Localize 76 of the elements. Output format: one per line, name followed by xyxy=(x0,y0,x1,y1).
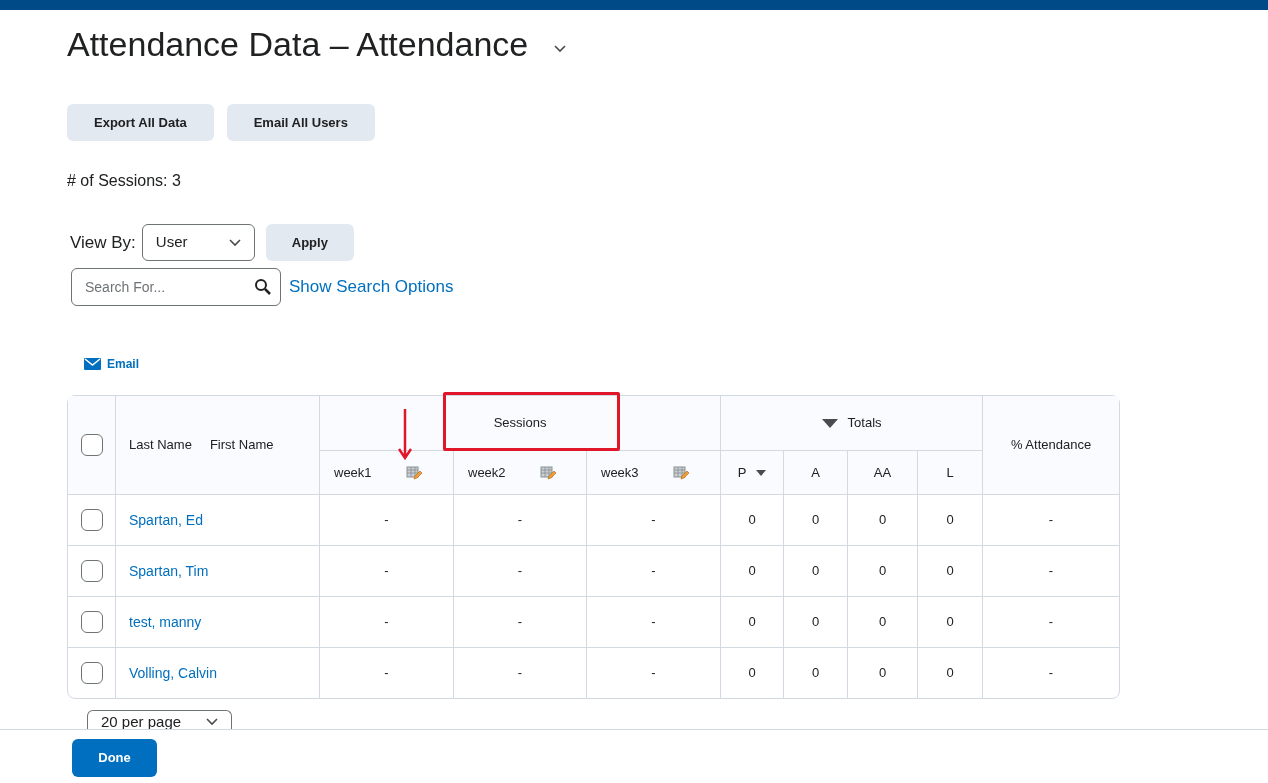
student-name-link[interactable]: Spartan, Ed xyxy=(129,511,203,528)
column-header: A xyxy=(811,463,820,482)
sort-down-icon[interactable] xyxy=(756,469,767,476)
triangle-down-icon[interactable] xyxy=(821,418,838,428)
table-cell: - xyxy=(517,614,523,630)
table-cell: 0 xyxy=(878,614,887,630)
column-header: P xyxy=(737,463,747,482)
student-name-link[interactable]: Spartan, Tim xyxy=(129,562,209,579)
column-header: Totals xyxy=(847,414,882,433)
checkbox[interactable] xyxy=(80,662,103,684)
table-cell: 0 xyxy=(946,614,954,630)
table-cell: 0 xyxy=(811,563,820,579)
checkbox[interactable] xyxy=(80,509,103,531)
apply-button[interactable]: Apply xyxy=(265,224,354,261)
chevron-down-icon xyxy=(554,45,567,53)
table-cell: - xyxy=(651,512,656,528)
page-title: Attendance Data – Attendance xyxy=(67,27,529,61)
table-cell: 0 xyxy=(748,563,756,579)
table-cell: 0 xyxy=(878,563,887,579)
table-cell: - xyxy=(517,665,523,681)
search-options-link[interactable]: Show Search Options xyxy=(289,274,454,300)
action-button[interactable]: Email All Users xyxy=(226,104,375,141)
column-header: L xyxy=(946,463,954,482)
view-by-label: View By: xyxy=(70,231,136,254)
action-button[interactable]: Export All Data xyxy=(67,104,214,141)
checkbox[interactable] xyxy=(80,611,103,633)
grid-pencil-icon[interactable] xyxy=(405,464,422,481)
table-cell: - xyxy=(384,512,389,528)
table-cell: - xyxy=(384,614,389,630)
column-header: week3 xyxy=(601,463,639,482)
table-cell: - xyxy=(1048,665,1054,681)
table-cell: 0 xyxy=(748,512,756,528)
column-header: week1 xyxy=(334,463,372,482)
table-cell: - xyxy=(384,563,389,579)
table-cell: - xyxy=(651,614,656,630)
table-cell: 0 xyxy=(811,512,820,528)
table-cell: - xyxy=(517,512,523,528)
table-cell: 0 xyxy=(946,665,954,681)
annotation-arrow xyxy=(398,409,412,460)
checkbox[interactable] xyxy=(80,434,103,456)
sessions-count: # of Sessions: 3 xyxy=(67,171,182,191)
grid-pencil-icon[interactable] xyxy=(672,464,689,481)
table-cell: 0 xyxy=(748,614,756,630)
table-cell: - xyxy=(517,563,523,579)
table-cell: 0 xyxy=(811,614,820,630)
student-name-link[interactable]: test, manny xyxy=(129,613,202,630)
table-cell: - xyxy=(651,563,656,579)
done-button[interactable]: Done xyxy=(72,739,157,777)
checkbox[interactable] xyxy=(80,560,103,582)
table-cell: 0 xyxy=(748,665,756,681)
table-cell: 0 xyxy=(946,512,954,528)
column-header: week2 xyxy=(468,463,506,482)
search-field[interactable]: Search For... xyxy=(71,268,281,306)
grid-pencil-icon[interactable] xyxy=(539,464,556,481)
chevron-down-icon xyxy=(206,718,218,726)
title-menu-button[interactable] xyxy=(554,45,567,53)
column-header: Sessions xyxy=(493,415,547,431)
column-header[interactable]: Last Name xyxy=(129,437,192,453)
column-header: % Attendance xyxy=(1010,437,1092,453)
table-cell: 0 xyxy=(811,665,820,681)
column-header[interactable]: First Name xyxy=(209,437,274,453)
search-icon[interactable] xyxy=(254,278,272,296)
envelope-icon[interactable] xyxy=(84,358,101,370)
chevron-down-icon xyxy=(228,238,241,247)
table-cell: - xyxy=(651,665,656,681)
table-cell: 0 xyxy=(878,665,887,681)
table-cell: 0 xyxy=(878,512,887,528)
student-name-link[interactable]: Volling, Calvin xyxy=(129,664,217,681)
table-cell: - xyxy=(1048,614,1054,630)
table-cell: - xyxy=(1048,512,1054,528)
table-cell: - xyxy=(1048,563,1054,579)
view-by-select[interactable]: User xyxy=(141,224,255,261)
table-cell: - xyxy=(384,665,389,681)
table-cell: 0 xyxy=(946,563,954,579)
email-link[interactable]: Email xyxy=(107,355,139,373)
column-header: AA xyxy=(873,463,892,482)
